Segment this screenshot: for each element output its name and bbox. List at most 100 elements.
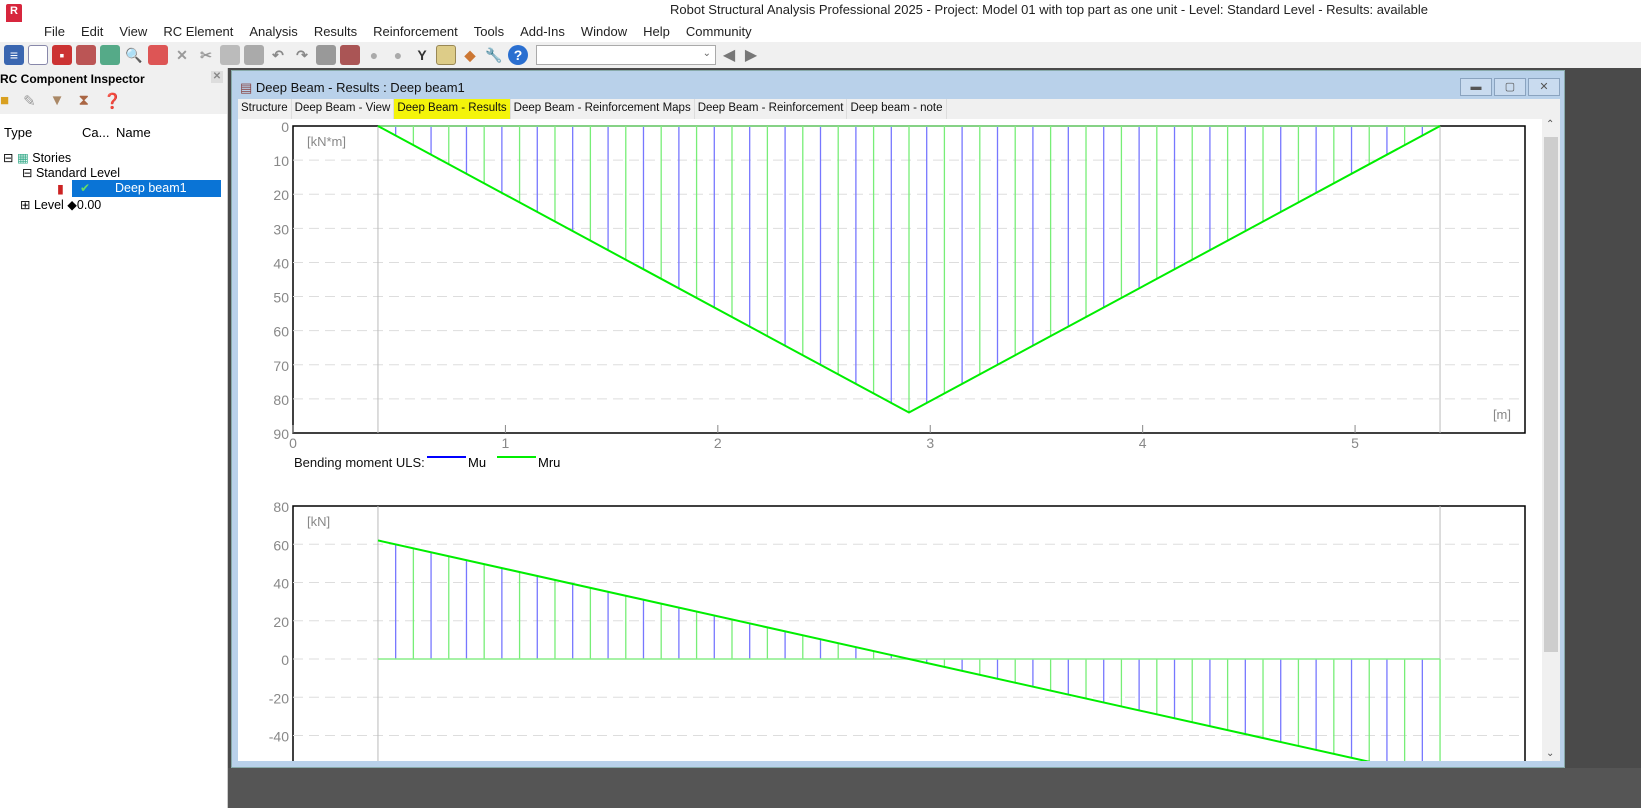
x-tick-label: 4 [1139,435,1147,451]
y-tick-label: 80 [273,392,289,408]
menu-window[interactable]: Window [573,22,635,42]
zoom-out-icon[interactable]: ● [388,45,408,65]
legend-mru-label: Mru [538,455,560,470]
tab-reinforcement-maps[interactable]: Deep Beam - Reinforcement Maps [511,99,695,119]
y-tick-label: 60 [273,324,289,340]
y-tick-label: -20 [269,690,289,706]
x-unit-label: [m] [1493,407,1511,422]
toolbar-combo[interactable]: ⌄ [536,45,716,65]
legend-title: Bending moment ULS: [294,455,425,470]
tree-label: Standard Level [35,166,121,180]
menu-results[interactable]: Results [306,22,365,42]
window-icon: ▤ [240,80,253,95]
vertical-scrollbar[interactable]: ⌃ ⌄ [1542,119,1560,761]
print-preview-icon[interactable]: 🔍 [124,45,144,65]
tab-note[interactable]: Deep beam - note [847,99,947,119]
title-bar: R Robot Structural Analysis Professional… [0,0,1641,24]
menu-tools[interactable]: Tools [466,22,512,42]
minimize-button[interactable]: ▬ [1460,78,1492,96]
y-tick-label: 70 [273,358,289,374]
app-logo[interactable]: R [6,4,22,24]
unit-label: [kN*m] [307,134,346,149]
menu-bar: File Edit View RC Element Analysis Resul… [0,22,1641,42]
copy-icon[interactable] [220,45,240,65]
legend-mu-label: Mu [468,455,486,470]
menu-add-ins[interactable]: Add-Ins [512,22,573,42]
structure-icon[interactable]: Y [412,45,432,65]
menu-reinforcement[interactable]: Reinforcement [365,22,466,42]
tree-standard-level[interactable]: ⊟ Standard Level [22,165,120,180]
tab-deep-beam-results[interactable]: Deep Beam - Results [394,99,511,119]
new-file-icon[interactable] [28,45,48,65]
unit-label: [kN] [307,514,330,529]
y-tick-label: 90 [273,426,289,442]
y-tick-label: 0 [281,119,289,135]
next-arrow-icon[interactable]: ▶ [742,45,760,65]
results-charts: 0 10 20 30 40 50 60 70 80 90 [kN*m] 0 1 2 3 4 5 [m] Bendin… [269,119,1526,761]
model-icon[interactable]: ◆ [460,45,480,65]
chevron-down-icon: ⌄ [702,48,711,59]
previous-arrow-icon[interactable]: ◀ [720,45,738,65]
redo-icon[interactable]: ↷ [292,45,312,65]
tab-structure[interactable]: Structure [238,99,292,119]
x-tick-label: 2 [714,435,722,451]
maximize-button[interactable]: ▢ [1494,78,1526,96]
menu-rc-element[interactable]: RC Element [155,22,241,42]
y-tick-label: 50 [273,290,289,306]
column-type[interactable]: Type [0,122,78,144]
menu-edit[interactable]: Edit [73,22,111,42]
screenshot-icon[interactable] [148,45,168,65]
window-title: Robot Structural Analysis Professional 2… [670,2,1429,17]
scrollbar-thumb[interactable] [1544,137,1558,652]
wrench-icon[interactable]: 🔧 [484,45,504,65]
paste-icon[interactable] [244,45,264,65]
tree-stories[interactable]: ⊟ ▦ Stories [3,150,71,165]
tree-level-0[interactable]: ⊞ Level ◆0.00 [20,197,101,212]
y-tick-label: 30 [273,221,289,237]
y-tick-label: 10 [273,153,289,169]
add-folder-icon[interactable]: ■ [0,92,9,114]
hourglass-icon[interactable]: ⧗ [79,92,90,114]
scroll-up-icon[interactable]: ⌃ [1546,119,1554,130]
menu-analysis[interactable]: Analysis [241,22,305,42]
y-tick-label: 0 [281,652,289,668]
close-icon[interactable]: ✕ [211,71,223,83]
close-button[interactable]: ✕ [1528,78,1560,96]
delete-icon[interactable]: ✕ [172,45,192,65]
tree-label: Level ◆0.00 [33,198,102,212]
menu-view[interactable]: View [111,22,155,42]
edit-icon[interactable]: ✎ [23,92,36,114]
book-icon[interactable] [100,45,120,65]
zoom-in-icon[interactable]: ● [364,45,384,65]
y-tick-label: 40 [273,255,289,271]
beam-icon: ▮ [57,182,64,196]
help-icon[interactable]: ? [508,45,528,65]
check-icon: ✔ [80,181,91,195]
menu-file[interactable]: File [36,22,73,42]
column-name[interactable]: Name [112,122,155,144]
menu-help[interactable]: Help [635,22,678,42]
tab-deep-beam-view[interactable]: Deep Beam - View [292,99,395,119]
undo-icon[interactable]: ↶ [268,45,288,65]
inspector-icon[interactable]: ≡ [4,45,24,65]
x-tick-label: 5 [1351,435,1359,451]
scroll-down-icon[interactable]: ⌄ [1546,748,1554,759]
column-category[interactable]: Ca... [78,122,112,144]
stories-icon: ▦ [16,151,29,165]
tree-item-deep-beam1[interactable]: ✔ Deep beam1 [72,180,221,197]
tab-reinforcement[interactable]: Deep Beam - Reinforcement [695,99,848,119]
menu-community[interactable]: Community [678,22,760,42]
y-tick-label: 60 [273,537,289,553]
filter-icon[interactable]: ▼ [50,92,65,114]
table-icon[interactable] [316,45,336,65]
panel-title: RC Component Inspector [0,72,145,86]
layout-icon[interactable] [436,45,456,65]
help-icon[interactable]: ❓ [103,92,122,114]
y-tick-label: 20 [273,187,289,203]
save-icon[interactable]: ▪ [52,45,72,65]
print-icon[interactable] [76,45,96,65]
calculator-icon[interactable] [340,45,360,65]
y-tick-label: 40 [273,576,289,592]
cut-icon[interactable]: ✂ [196,45,216,65]
tree-label: Deep beam1 [115,181,187,195]
